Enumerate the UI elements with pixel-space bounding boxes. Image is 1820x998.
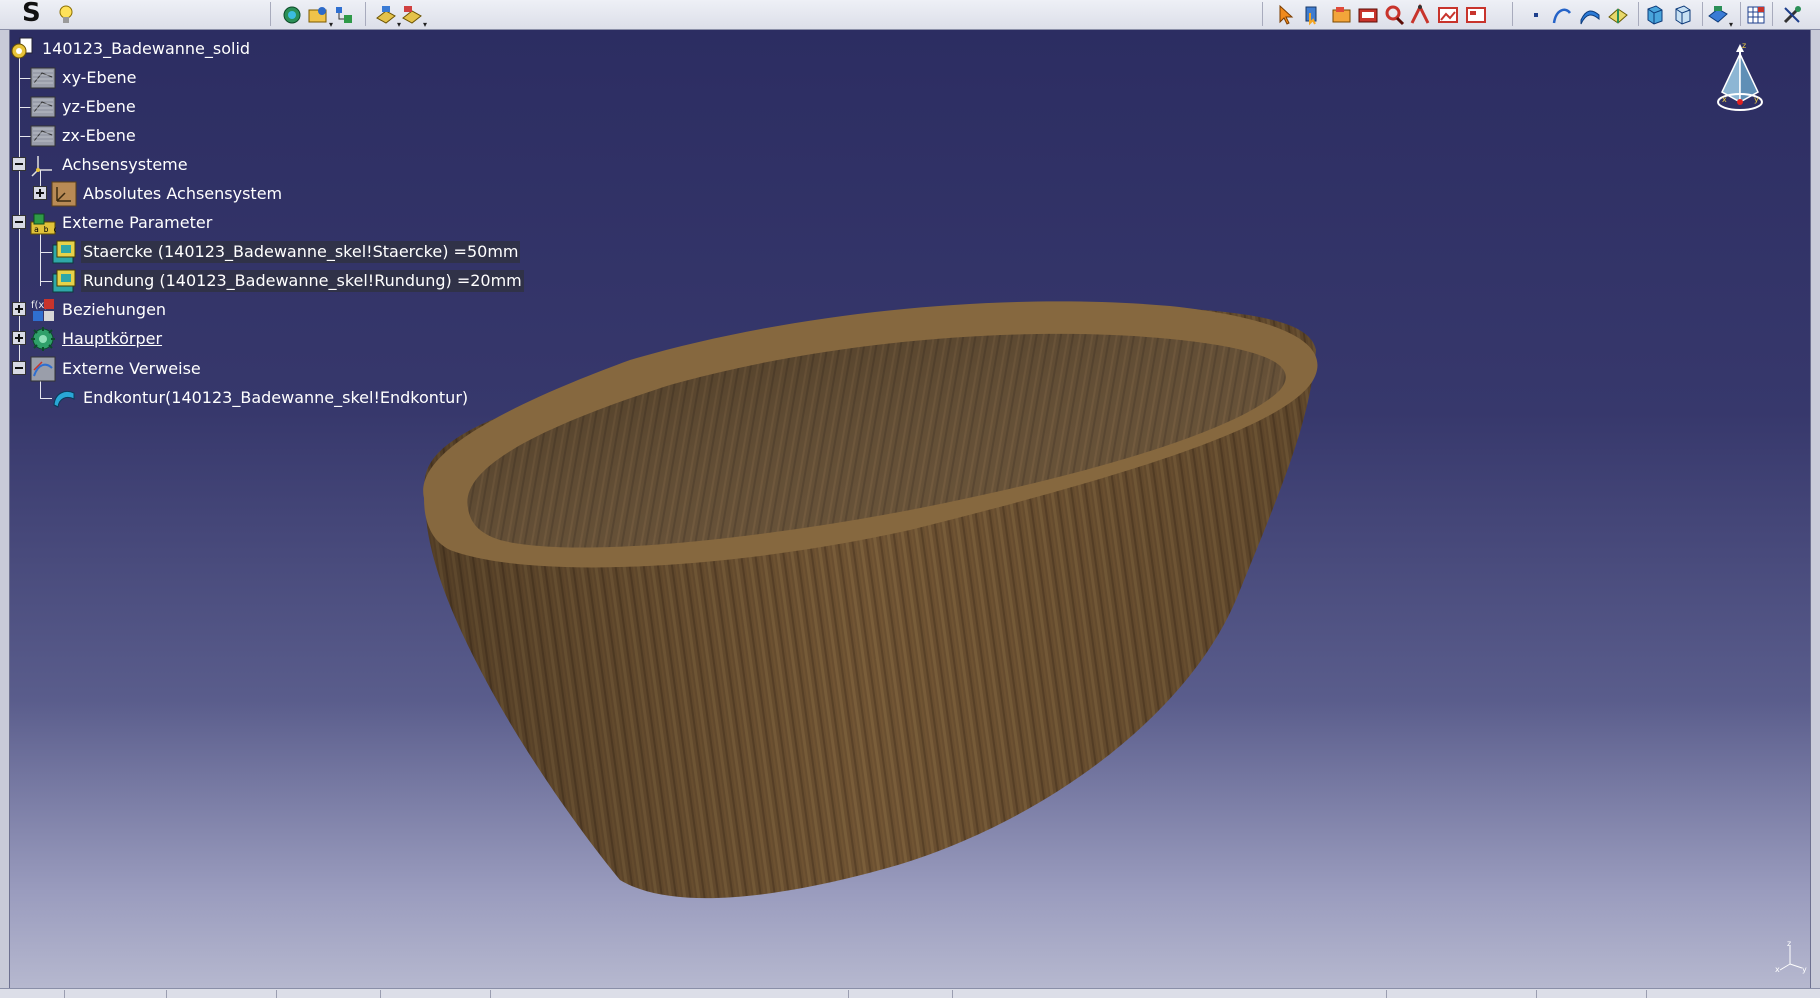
compass-icon[interactable]: x y z: [1702, 40, 1778, 136]
globe-network-icon[interactable]: [280, 3, 304, 27]
tree-item-zx-plane[interactable]: zx-Ebene: [30, 123, 138, 149]
tree-item-label: Absolutes Achsensystem: [83, 184, 283, 203]
tree-item-label: Beziehungen: [62, 300, 167, 319]
part-drop-2-icon[interactable]: ▾: [400, 3, 427, 29]
parameter-value-icon: [52, 240, 76, 264]
bulb-icon[interactable]: [54, 3, 78, 27]
3d-viewport[interactable]: 140123_Badewanne_solid xy-Ebene yz-Ebene: [10, 30, 1810, 988]
compass-x-label: x: [1722, 95, 1727, 104]
plane-icon: [30, 125, 56, 147]
tree-item-main-body[interactable]: Hauptkörper: [30, 326, 164, 352]
expand-plus-icon[interactable]: [12, 302, 26, 316]
mini-axis-z-label: z: [1787, 939, 1791, 948]
tree-item-label: zx-Ebene: [62, 126, 136, 145]
point-icon[interactable]: [1524, 3, 1548, 27]
toolbar-separator: [270, 2, 271, 26]
grid-icon[interactable]: [1744, 3, 1768, 27]
app-logo: S: [22, 0, 41, 28]
tree-connector: [19, 58, 20, 366]
tree-item-external-params[interactable]: a b c Externe Parameter: [30, 210, 214, 236]
tree-item-relations[interactable]: f(x) Beziehungen: [30, 297, 168, 323]
render-settings-icon[interactable]: ▾: [1706, 3, 1733, 29]
toolbar-separator: [1702, 2, 1703, 26]
image-red-icon[interactable]: [1436, 3, 1460, 27]
tree-item-label: yz-Ebene: [62, 97, 136, 116]
status-bar: [0, 988, 1820, 998]
tree-item-end-contour[interactable]: Endkontur(140123_Badewanne_skel!Endkontu…: [51, 385, 470, 411]
specification-tree: 140123_Badewanne_solid xy-Ebene yz-Ebene: [10, 30, 530, 470]
tree-item-label: Achsensysteme: [62, 155, 188, 174]
external-refs-icon: [30, 356, 56, 382]
plane-icon: [30, 96, 56, 118]
open-folder-icon[interactable]: [1330, 3, 1354, 27]
tree-item-param-rounding[interactable]: Rundung (140123_Badewanne_skel!Rundung) …: [51, 268, 524, 294]
curve-icon[interactable]: [1550, 3, 1574, 27]
top-toolbar: S ▾ ▾ ▾ ▾: [0, 0, 1820, 30]
tree-item-label: xy-Ebene: [62, 68, 137, 87]
left-frame: [0, 30, 10, 998]
tree-item-yz-plane[interactable]: yz-Ebene: [30, 94, 138, 120]
compass-z-label: z: [1742, 41, 1746, 50]
compass-y-label: y: [1754, 95, 1759, 104]
tools-icon[interactable]: [1780, 3, 1804, 27]
toolbar-separator: [1262, 2, 1263, 26]
relations-icon: f(x): [31, 299, 54, 321]
search-red-icon[interactable]: [1382, 3, 1406, 27]
collapse-minus-icon[interactable]: [12, 215, 26, 229]
folder-gear-icon[interactable]: ▾: [306, 3, 333, 29]
mini-axis-icon: z x y: [1775, 939, 1807, 974]
select-arrow-icon[interactable]: [1274, 3, 1298, 27]
expand-plus-icon[interactable]: [12, 331, 26, 345]
tree-root-label: 140123_Badewanne_solid: [42, 39, 251, 58]
toolbar-separator: [1512, 2, 1513, 26]
axis-frame-icon: [51, 181, 77, 207]
hand-pointer-icon[interactable]: [1300, 3, 1324, 27]
expand-plus-icon[interactable]: [33, 186, 47, 200]
cube-view-2-icon[interactable]: [1670, 3, 1694, 27]
measure-icon[interactable]: [1408, 3, 1432, 27]
collapse-minus-icon[interactable]: [12, 361, 26, 375]
measure-book-icon[interactable]: [1606, 3, 1630, 27]
toolbar-separator: [1772, 2, 1773, 26]
svg-text:a b c: a b c: [34, 225, 56, 234]
part-drop-icon[interactable]: ▾: [374, 3, 401, 29]
plane-icon: [30, 67, 56, 89]
mini-axis-x-label: x: [1775, 965, 1780, 974]
parameter-value-icon: [52, 269, 76, 293]
right-frame: [1810, 30, 1820, 998]
tree-settings-icon[interactable]: [332, 3, 356, 27]
axis-system-icon: [31, 156, 52, 177]
body-gear-icon: [31, 327, 55, 351]
tree-root[interactable]: 140123_Badewanne_solid: [10, 36, 252, 62]
part-root-icon: [11, 37, 33, 59]
surface-icon[interactable]: [1578, 3, 1602, 27]
folder-red-icon[interactable]: [1356, 3, 1380, 27]
tree-item-label: Staercke (140123_Badewanne_skel!Staercke…: [81, 241, 521, 263]
tree-item-label: Externe Verweise: [62, 359, 201, 378]
toolbar-separator: [365, 2, 366, 26]
cube-view-icon[interactable]: [1642, 3, 1666, 27]
tree-item-external-refs[interactable]: Externe Verweise: [30, 356, 203, 382]
mini-axis-y-label: y: [1802, 965, 1807, 974]
tree-item-label: Externe Parameter: [62, 213, 213, 232]
tree-item-axis-systems[interactable]: Achsensysteme: [30, 152, 190, 178]
tree-item-label: Rundung (140123_Badewanne_skel!Rundung) …: [81, 270, 524, 292]
tree-item-label: Endkontur(140123_Badewanne_skel!Endkontu…: [83, 388, 469, 407]
image-red-2-icon[interactable]: [1464, 3, 1488, 27]
tree-item-xy-plane[interactable]: xy-Ebene: [30, 65, 139, 91]
tree-item-absolute-axis[interactable]: Absolutes Achsensystem: [51, 181, 284, 207]
parameters-icon: a b c: [30, 213, 56, 235]
collapse-minus-icon[interactable]: [12, 157, 26, 171]
toolbar-separator: [1740, 2, 1741, 26]
tree-item-label: Hauptkörper: [62, 329, 163, 348]
surface-feature-icon: [53, 391, 75, 408]
tree-item-param-thickness[interactable]: Staercke (140123_Badewanne_skel!Staercke…: [51, 239, 521, 265]
toolbar-separator: [1638, 2, 1639, 26]
